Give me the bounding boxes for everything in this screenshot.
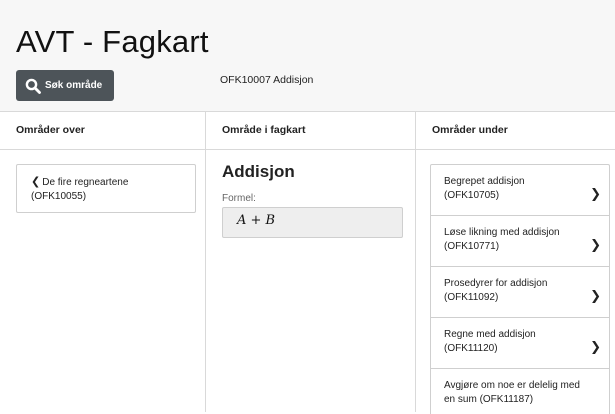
column-header-over: Områder over [16, 124, 85, 136]
column-headers: Områder over Område i fagkart Områder un… [0, 111, 615, 150]
column-header-current: Område i fagkart [222, 124, 306, 136]
column-divider-2 [415, 111, 416, 412]
child-area-label: Avgjøre om noe er delelig med en sum (OF… [444, 380, 580, 405]
page-header: AVT - Fagkart Søk område OFK10007 Addisj… [0, 0, 615, 111]
child-area-item[interactable]: Prosedyrer for addisjon (OFK11092) ❯ [430, 266, 610, 317]
chevron-right-icon: ❯ [590, 186, 601, 201]
child-area-label: Løse likning med addisjon (OFK10771) [444, 227, 560, 252]
child-area-item[interactable]: Løse likning med addisjon (OFK10771) ❯ [430, 215, 610, 266]
chevron-right-icon: ❯ [590, 288, 601, 303]
search-icon [25, 78, 41, 94]
child-area-item[interactable]: Regne med addisjon (OFK11120) ❯ [430, 317, 610, 368]
child-area-item[interactable]: Begrepet addisjon (OFK10705) ❯ [430, 164, 610, 215]
chevron-right-icon: ❯ [590, 339, 601, 354]
column-header-under: Områder under [432, 124, 508, 136]
search-area-button[interactable]: Søk område [16, 70, 114, 101]
page-title: AVT - Fagkart [16, 24, 209, 59]
current-area-code: OFK10007 Addisjon [220, 74, 314, 86]
column-divider-1 [205, 111, 206, 412]
child-area-list: Begrepet addisjon (OFK10705) ❯ Løse likn… [430, 164, 610, 414]
formula-text: A + B [237, 213, 276, 228]
chevron-right-icon: ❯ [590, 237, 601, 252]
formula-box: A + B [222, 207, 403, 238]
parent-area-link[interactable]: ❮ De fire regneartene (OFK10055) [16, 164, 196, 213]
search-area-button-label: Søk område [45, 80, 103, 91]
child-area-label: Begrepet addisjon (OFK10705) [444, 176, 525, 201]
child-area-label: Regne med addisjon (OFK11120) [444, 329, 536, 354]
child-area-label: Prosedyrer for addisjon (OFK11092) [444, 278, 548, 303]
chevron-left-icon: ❮ [31, 176, 41, 188]
child-area-item[interactable]: Avgjøre om noe er delelig med en sum (OF… [430, 368, 610, 414]
current-area-title: Addisjon [222, 162, 295, 181]
formula-label: Formel: [222, 193, 256, 204]
parent-area-label: De fire regneartene (OFK10055) [31, 177, 129, 202]
